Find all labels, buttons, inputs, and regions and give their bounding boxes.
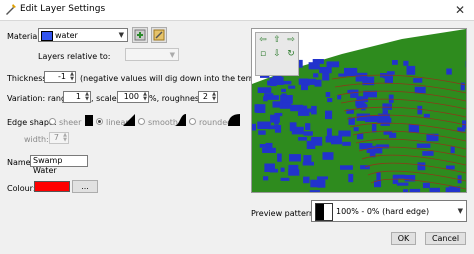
spinner-arrows-icon[interactable]: ▲ ▼ — [143, 92, 147, 102]
arrow-down-icon[interactable]: ⇩ — [270, 47, 284, 61]
material-swatch — [41, 31, 53, 41]
material-combo[interactable]: water ▼ — [38, 28, 128, 42]
choose-colour-button[interactable]: ... — [72, 180, 98, 193]
arrow-up-icon[interactable]: ⇧ — [270, 33, 284, 47]
name-field[interactable]: Swamp Water — [30, 155, 88, 175]
thickness-note: (negative values will dig down into the … — [80, 74, 268, 83]
choose-colour-label: ... — [81, 182, 89, 191]
arrow-right-icon[interactable]: ⇨ — [284, 33, 298, 47]
sheer-edge-icon — [85, 115, 93, 126]
scale-value: 100 — [123, 92, 139, 101]
blank-icon — [270, 61, 284, 75]
layers-relative-combo[interactable]: ▼ — [125, 48, 179, 61]
edge-linear-radio[interactable] — [96, 118, 103, 125]
ok-button[interactable]: OK — [391, 232, 416, 245]
preview-pattern-label: Preview pattern: — [251, 209, 317, 218]
preview-navigation-pad[interactable]: ⇦ ⇧ ⇨ ▫ ⇩ ↻ — [255, 32, 299, 76]
thickness-label: Thickness: — [7, 74, 50, 83]
cancel-label: Cancel — [431, 234, 460, 243]
chevron-down-icon: ▼ — [169, 50, 175, 59]
add-material-icon — [134, 29, 146, 41]
thickness-value: -1 — [58, 72, 66, 81]
edge-sheer-label: sheer — [59, 118, 82, 127]
preview-pattern-combo[interactable]: 100% - 0% (hard edge) ▼ — [311, 200, 467, 222]
thickness-spinner[interactable]: -1 ▲ ▼ — [44, 71, 76, 83]
edge-sheer-radio[interactable] — [49, 118, 56, 125]
title-bar: Edit Layer Settings ✕ — [0, 0, 474, 20]
edit-material-icon — [153, 29, 165, 41]
linear-edge-icon — [123, 114, 135, 126]
layer-edit-icon — [6, 4, 16, 15]
blank-icon — [256, 61, 270, 75]
spinner-arrows-icon[interactable]: ▲ ▼ — [70, 72, 74, 82]
scale-spinner[interactable]: 100 ▲ ▼ — [117, 91, 149, 103]
layers-relative-label: Layers relative to: — [38, 52, 111, 61]
width-label: width: — [24, 135, 49, 144]
roughness-spinner[interactable]: 2 ▲ ▼ — [198, 91, 218, 103]
zoom-out-icon[interactable]: ▫ — [256, 47, 270, 61]
edge-rounded-radio[interactable] — [189, 118, 196, 125]
variation-range-spinner[interactable]: 1 ▲ ▼ — [63, 91, 91, 103]
add-material-button[interactable] — [132, 27, 148, 43]
width-spinner[interactable]: 7 ▲ ▼ — [49, 132, 69, 144]
window-title: Edit Layer Settings — [20, 4, 106, 14]
colour-label: Colour: — [7, 184, 36, 193]
blank-icon — [284, 61, 298, 75]
cancel-button[interactable]: Cancel — [425, 232, 466, 245]
spinner-arrows-icon[interactable]: ▲ ▼ — [212, 92, 216, 102]
rounded-edge-icon — [228, 114, 240, 126]
close-icon[interactable]: ✕ — [455, 3, 465, 17]
edge-smooth-radio[interactable] — [138, 118, 145, 125]
edit-material-button[interactable] — [151, 27, 167, 43]
chevron-down-icon: ▼ — [457, 207, 463, 215]
range-value: 1 — [75, 92, 81, 101]
chevron-down-icon: ▼ — [118, 31, 124, 39]
terrain-preview[interactable]: ⇦ ⇧ ⇨ ▫ ⇩ ↻ — [251, 28, 467, 193]
scale-label: , scale: — [91, 94, 120, 103]
spinner-arrows-icon[interactable]: ▲ ▼ — [63, 133, 67, 143]
width-value: 7 — [53, 133, 59, 142]
roughness-value: 2 — [202, 92, 208, 101]
arrow-left-icon[interactable]: ⇦ — [256, 33, 270, 47]
material-value: water — [55, 31, 78, 40]
smooth-edge-icon — [174, 114, 186, 126]
preview-pattern-value: 100% - 0% (hard edge) — [336, 207, 430, 216]
ok-label: OK — [397, 234, 410, 243]
pattern-swatch-icon — [315, 203, 333, 221]
material-label: Material: — [7, 32, 43, 41]
spinner-arrows-icon[interactable]: ▲ ▼ — [85, 92, 89, 102]
colour-swatch — [34, 181, 70, 192]
rotate-icon[interactable]: ↻ — [284, 47, 298, 61]
